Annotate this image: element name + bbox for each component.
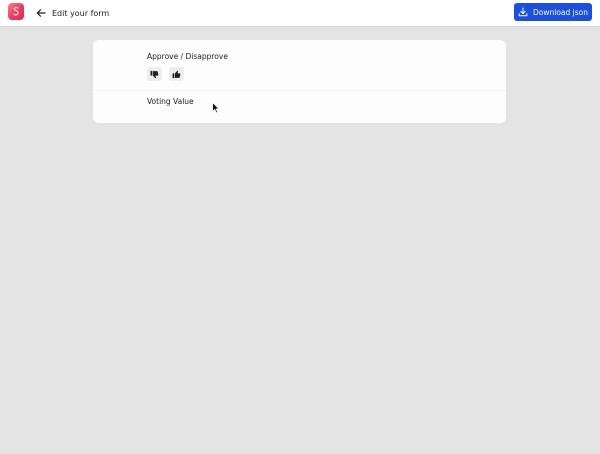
download-icon	[518, 7, 528, 17]
survey-logo-icon[interactable]	[8, 3, 24, 20]
back-link[interactable]: Edit your form	[36, 5, 109, 21]
download-json-button[interactable]: Download json	[514, 3, 592, 21]
thumbs-down-button[interactable]	[147, 67, 162, 81]
download-json-label: Download json	[533, 7, 588, 17]
thumbs-down-icon	[150, 70, 159, 79]
question-title[interactable]: Voting Value	[147, 97, 194, 106]
form-card: Approve / Disapprove Voting Value	[93, 40, 506, 123]
back-link-label: Edit your form	[52, 8, 110, 18]
question-title[interactable]: Approve / Disapprove	[147, 52, 228, 61]
question-divider	[93, 90, 506, 91]
mouse-cursor-icon	[212, 102, 220, 114]
arrow-left-icon	[36, 8, 46, 18]
thumbs-up-button[interactable]	[169, 67, 184, 81]
top-bar: Edit your form Download json	[0, 0, 600, 26]
thumbs-up-icon	[172, 70, 181, 79]
